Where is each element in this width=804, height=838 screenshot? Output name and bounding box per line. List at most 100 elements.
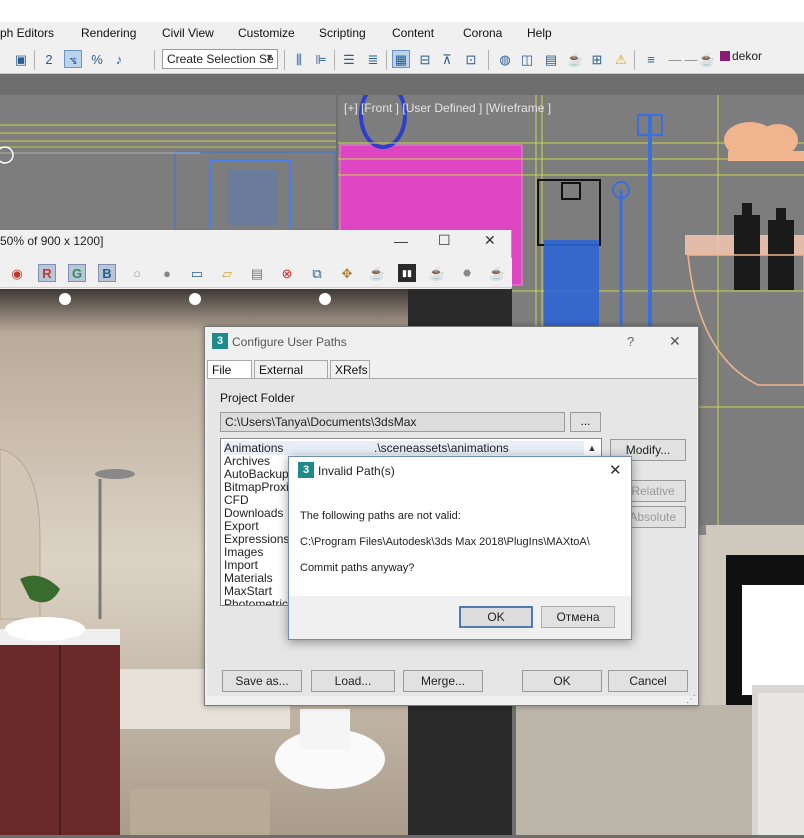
save-as-button[interactable]: Save as...: [222, 670, 302, 692]
render-active-shade-icon[interactable]: ☕: [428, 264, 446, 282]
schematic-view-icon[interactable]: ⊡: [462, 50, 480, 68]
layer-color-swatch: [720, 51, 730, 61]
minimize-icon[interactable]: —: [394, 233, 408, 249]
clone-frame-icon[interactable]: ⧉: [308, 264, 326, 282]
help-button[interactable]: ?: [627, 334, 634, 349]
tab-file-io[interactable]: File I/O: [207, 360, 252, 391]
toolbar-separator: [386, 50, 387, 70]
app-icon: 3: [212, 333, 228, 349]
render-setup-icon[interactable]: ◫: [518, 50, 536, 68]
list-item[interactable]: Images: [224, 545, 263, 559]
open-folder-icon[interactable]: ▱: [218, 264, 236, 282]
menu-graph-editors[interactable]: ph Editors: [0, 26, 54, 40]
list-item[interactable]: MaxStart: [224, 584, 272, 598]
commit-question: Commit paths anyway?: [300, 562, 415, 574]
ok-button[interactable]: OK: [459, 606, 533, 628]
ribbon-toggle-icon[interactable]: ▦: [392, 50, 410, 68]
material-editor-icon[interactable]: ◍: [496, 50, 514, 68]
frame-toolbar: ◉ R G B ○ ● ▭ ▱ ▤ ⊗ ⧉ ✥ ☕ ▮▮ ☕ ⬣ ☕: [0, 258, 512, 288]
dialog-title: Configure User Paths: [232, 335, 347, 349]
alpha-channel-icon[interactable]: ○: [128, 264, 146, 282]
save-image-icon[interactable]: ▭: [188, 264, 206, 282]
color-channels-icon[interactable]: ◉: [8, 264, 26, 282]
toolbar-separator: [284, 50, 285, 70]
title-strip: [0, 0, 804, 22]
selection-set-dropdown[interactable]: Create Selection Se ▼: [162, 49, 278, 69]
scene-explorer-icon[interactable]: ≣: [364, 50, 382, 68]
toolbar-separator: [154, 50, 155, 70]
align-icon[interactable]: ⊫: [312, 50, 330, 68]
layer-manager-icon[interactable]: ☰: [340, 50, 358, 68]
clipboard-icon[interactable]: ▤: [248, 264, 266, 282]
list-item[interactable]: Archives: [224, 454, 270, 468]
render-production-icon[interactable]: ☕: [566, 50, 584, 68]
list-item[interactable]: CFD: [224, 493, 249, 507]
viewport-front-label[interactable]: [+] [Front ] [User Defined ] [Wireframe …: [344, 101, 551, 115]
scroll-up-arrow-icon[interactable]: ▲: [584, 440, 600, 456]
merge-button[interactable]: Merge...: [403, 670, 483, 692]
menu-help[interactable]: Help: [527, 26, 552, 40]
list-item[interactable]: Export: [224, 519, 259, 533]
close-icon[interactable]: ✕: [484, 232, 496, 249]
layer-render-icon[interactable]: ☕: [698, 50, 716, 68]
menu-rendering[interactable]: Rendering: [81, 26, 136, 40]
curve-editor-icon[interactable]: ⊟: [416, 50, 434, 68]
maximize-icon[interactable]: ☐: [438, 232, 451, 249]
project-folder-label: Project Folder: [220, 391, 295, 405]
dope-sheet-icon[interactable]: ⊼: [438, 50, 456, 68]
region-icon[interactable]: ✥: [338, 264, 356, 282]
toolbar-separator: [634, 50, 635, 70]
toolbar-separator: [34, 50, 35, 70]
spinner-snap-icon[interactable]: ♪: [110, 50, 128, 68]
list-item[interactable]: Animations .\sceneassets\animations: [224, 441, 584, 455]
red-channel-icon[interactable]: R: [38, 264, 56, 282]
menu-scripting[interactable]: Scripting: [319, 26, 366, 40]
chevron-down-icon: ▼: [265, 52, 274, 62]
list-item[interactable]: Photometric: [224, 597, 288, 605]
layers-icon[interactable]: ≡: [642, 50, 660, 68]
selection-set-value: Create Selection Se: [167, 52, 274, 66]
viewport-left-wireframe: [0, 95, 336, 230]
close-button[interactable]: ✕: [669, 333, 681, 350]
blue-channel-icon[interactable]: B: [98, 264, 116, 282]
cancel-button[interactable]: Cancel: [608, 670, 688, 692]
list-item[interactable]: Materials: [224, 571, 273, 585]
monochrome-icon[interactable]: ●: [158, 264, 176, 282]
render-frame-icon[interactable]: ▤: [542, 50, 560, 68]
select-filter-icon[interactable]: ▣: [12, 50, 30, 68]
tab-external-files[interactable]: External Files: [254, 360, 328, 391]
list-item[interactable]: AutoBackup: [224, 467, 289, 481]
list-item[interactable]: Downloads: [224, 506, 283, 520]
tab-xrefs[interactable]: XRefs: [330, 360, 370, 379]
menu-civil-view[interactable]: Civil View: [162, 26, 214, 40]
ok-button[interactable]: OK: [522, 670, 602, 692]
stop-icon[interactable]: ⬣: [458, 264, 476, 282]
resize-grip-icon[interactable]: ⋰: [686, 694, 696, 705]
browse-button[interactable]: ...: [570, 412, 601, 432]
mirror-icon[interactable]: ⫼: [290, 50, 308, 68]
app-icon: 3: [298, 462, 314, 478]
cancel-button[interactable]: Отмена: [541, 606, 615, 628]
viewport-left[interactable]: [0, 95, 336, 230]
invalid-path: C:\Program Files\Autodesk\3ds Max 2018\P…: [300, 536, 590, 548]
snap-2d-icon[interactable]: 2: [40, 50, 58, 68]
list-item[interactable]: Import: [224, 558, 258, 572]
current-layer[interactable]: dekor: [720, 49, 762, 63]
angle-snap-icon[interactable]: ⦪: [64, 50, 82, 68]
close-button[interactable]: ✕: [609, 461, 622, 479]
menu-customize[interactable]: Customize: [238, 26, 295, 40]
warning-icon[interactable]: ⚠: [612, 50, 630, 68]
clear-icon[interactable]: ⊗: [278, 264, 296, 282]
render-iterative-icon[interactable]: ▮▮: [398, 264, 416, 282]
menu-content[interactable]: Content: [392, 26, 434, 40]
menu-bar: ph Editors Rendering Civil View Customiz…: [0, 22, 804, 44]
project-folder-field[interactable]: C:\Users\Tanya\Documents\3dsMax: [220, 412, 565, 432]
green-channel-icon[interactable]: G: [68, 264, 86, 282]
load-button[interactable]: Load...: [311, 670, 395, 692]
render-icon[interactable]: ☕: [368, 264, 386, 282]
teapot-icon[interactable]: ☕: [488, 264, 506, 282]
menu-corona[interactable]: Corona: [463, 26, 502, 40]
list-item[interactable]: Expressions: [224, 532, 289, 546]
render-iterative-icon[interactable]: ⊞: [588, 50, 606, 68]
percent-snap-icon[interactable]: %: [88, 50, 106, 68]
